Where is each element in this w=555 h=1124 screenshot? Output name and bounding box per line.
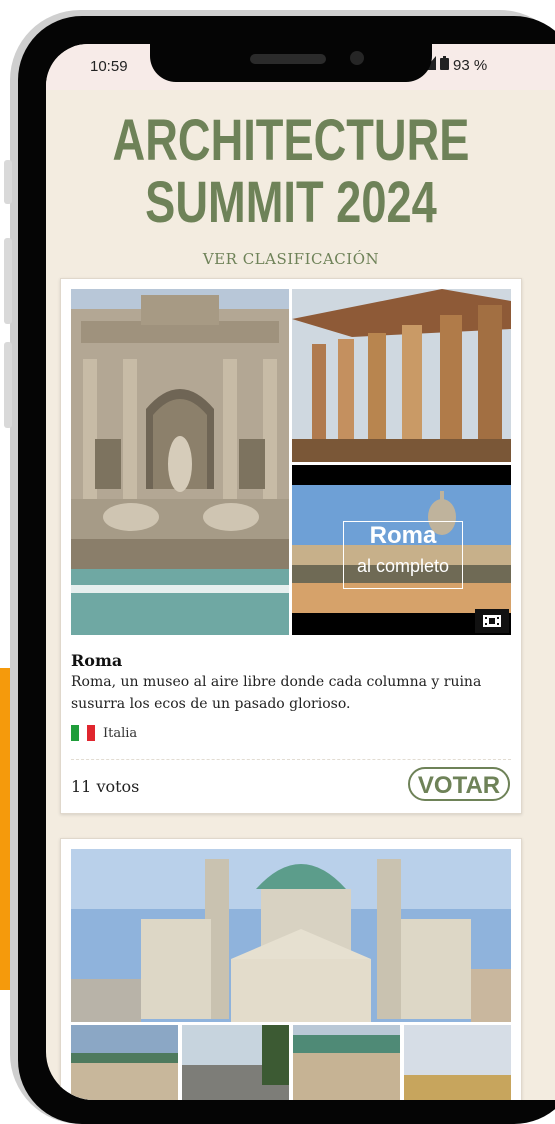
speaker-grille [250,54,326,64]
page-title-line1: ARCHITECTURE [112,108,470,173]
page-title-line2: SUMMIT 2024 [145,170,437,235]
ranking-link[interactable]: VER CLASIFICACIÓN [46,250,536,268]
country-name: Italia [103,725,138,741]
battery-icon [440,56,449,74]
entry-card-vienna [60,838,522,1100]
vote-button[interactable]: VOTAR [408,767,510,801]
phone-button-volume-down [4,342,12,428]
status-indicators: 93 % [424,56,487,74]
video-icon [475,609,509,633]
photo-schonbrunn[interactable] [404,1025,511,1100]
photo-trevi-fountain[interactable] [71,289,289,635]
photo-hofburg[interactable] [182,1025,289,1100]
card-description: Roma, un museo al aire libre donde cada … [71,674,482,712]
photo-karlskirche[interactable] [71,849,511,1022]
phone-screen: 10:59 93 % ARCHITECTURE SUMMIT 2024 VER … [46,44,555,1100]
page-title: ARCHITECTURE SUMMIT 2024 [100,110,482,234]
front-camera [350,51,364,65]
country-row: Italia [71,725,137,741]
phone-button-volume-up [4,238,12,324]
battery-percent: 93 % [453,56,488,74]
video-overlay-line1: Roma [369,522,437,549]
photo-belvedere[interactable] [71,1025,178,1100]
video-overlay-label: Roma al completo [343,521,463,589]
phone-button-top [4,160,12,204]
status-time: 10:59 [90,58,128,75]
entry-card-roma: Roma al completo Roma Roma, un museo al … [60,278,522,814]
card-divider [71,759,511,760]
card-title: Roma [71,651,123,670]
photo-roman-temple[interactable] [292,289,511,462]
video-roma-al-completo[interactable]: Roma al completo [292,465,511,635]
video-overlay-line2: al completo [356,556,450,576]
italy-flag-icon [71,725,95,741]
vote-count: 11 votos [71,777,140,796]
photo-opera[interactable] [293,1025,400,1100]
camera-notch [150,44,432,82]
